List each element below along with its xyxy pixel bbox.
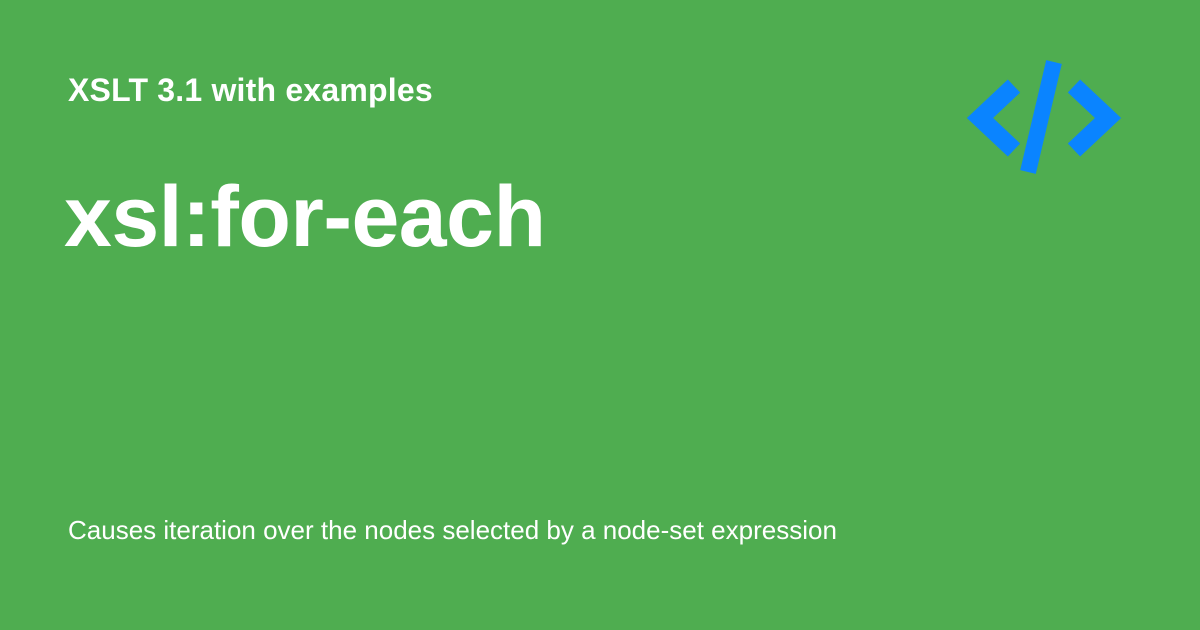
page-description: Causes iteration over the nodes selected… <box>68 515 837 545</box>
series-title: XSLT 3.1 with examples <box>68 72 433 108</box>
code-brackets-icon <box>966 56 1122 178</box>
right-angle-bracket-icon <box>1067 79 1122 157</box>
left-angle-bracket-icon <box>966 79 1021 157</box>
slash-icon <box>1020 60 1062 174</box>
social-card: XSLT 3.1 with examples xsl:for-each Caus… <box>0 0 1200 630</box>
page-title: xsl:for-each <box>64 169 546 265</box>
